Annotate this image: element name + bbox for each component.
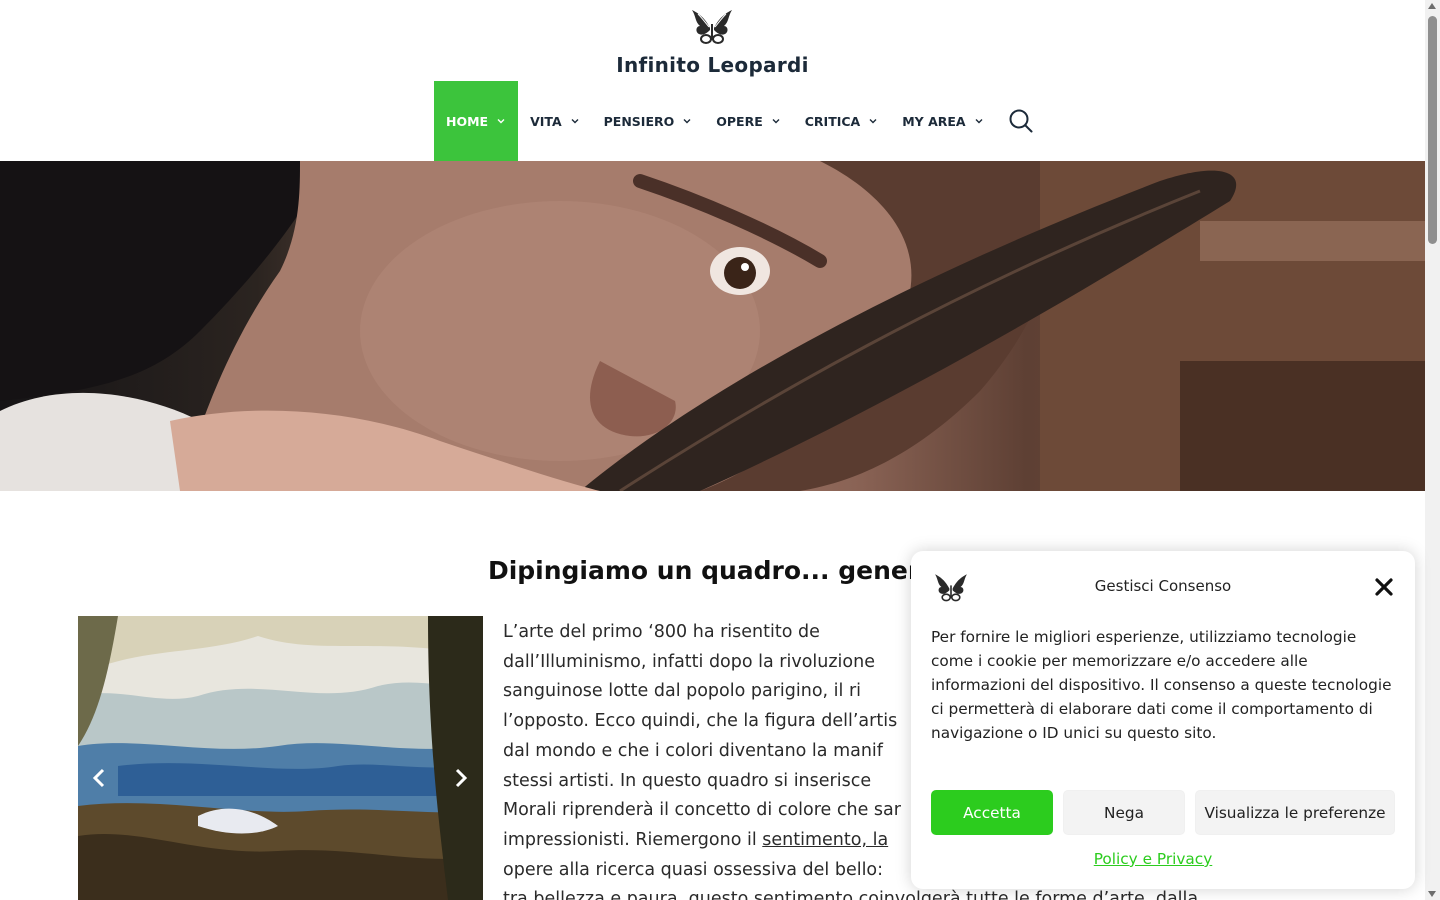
landscape-painting <box>78 616 483 900</box>
site-logo-icon[interactable] <box>690 6 734 46</box>
nav-label: OPERE <box>716 113 763 129</box>
close-icon[interactable] <box>1373 576 1395 598</box>
chevron-down-icon <box>974 116 984 126</box>
view-preferences-button[interactable]: Visualizza le preferenze <box>1195 790 1395 835</box>
chevron-right-icon <box>455 768 468 788</box>
page-scrollbar[interactable] <box>1425 0 1440 900</box>
nav-label: MY AREA <box>902 113 966 129</box>
site-title[interactable]: Infinito Leopardi <box>0 53 1425 77</box>
main-nav: HOME VITA PENSIERO OPERE CRITICA MY AREA <box>434 81 996 161</box>
accept-button[interactable]: Accetta <box>931 790 1053 835</box>
scroll-up-arrow-icon[interactable] <box>1428 3 1436 9</box>
nav-item-vita[interactable]: VITA <box>518 81 592 161</box>
nav-label: HOME <box>446 113 489 129</box>
scroll-down-arrow-icon[interactable] <box>1428 891 1436 897</box>
nav-item-my-area[interactable]: MY AREA <box>890 81 995 161</box>
nav-item-home[interactable]: HOME <box>434 81 519 161</box>
hero-illustration <box>0 161 1425 491</box>
consent-message: Per fornire le migliori esperienze, util… <box>931 628 1392 742</box>
site-header: Infinito Leopardi HOME VITA PENSIERO OPE… <box>0 0 1425 161</box>
chevron-down-icon <box>771 116 781 126</box>
nav-label: VITA <box>530 113 562 129</box>
chevron-left-icon <box>92 768 105 788</box>
nav-item-opere[interactable]: OPERE <box>704 81 793 161</box>
deny-button[interactable]: Nega <box>1063 790 1185 835</box>
nav-item-pensiero[interactable]: PENSIERO <box>592 81 705 161</box>
cookie-consent-dialog: Gestisci Consenso Per fornire le miglior… <box>911 551 1415 889</box>
nav-label: CRITICA <box>804 113 861 129</box>
hero-image <box>0 161 1425 491</box>
nav-label: PENSIERO <box>603 113 675 129</box>
slider-prev-button[interactable] <box>88 766 112 790</box>
search-icon[interactable] <box>1008 108 1034 134</box>
chevron-down-icon <box>496 116 506 126</box>
chevron-down-icon <box>868 116 878 126</box>
sentimento-link[interactable]: sentimento, la <box>762 830 888 850</box>
slider-next-button[interactable] <box>448 766 472 790</box>
nav-item-critica[interactable]: CRITICA <box>793 81 890 161</box>
chevron-down-icon <box>570 116 580 126</box>
chevron-down-icon <box>682 116 692 126</box>
policy-privacy-link[interactable]: Policy e Privacy <box>911 850 1395 868</box>
scrollbar-thumb[interactable] <box>1428 16 1437 244</box>
consent-title: Gestisci Consenso <box>1094 577 1232 595</box>
image-slider[interactable] <box>78 616 483 900</box>
article-text: impressionisti. Riemergono il <box>503 829 763 850</box>
